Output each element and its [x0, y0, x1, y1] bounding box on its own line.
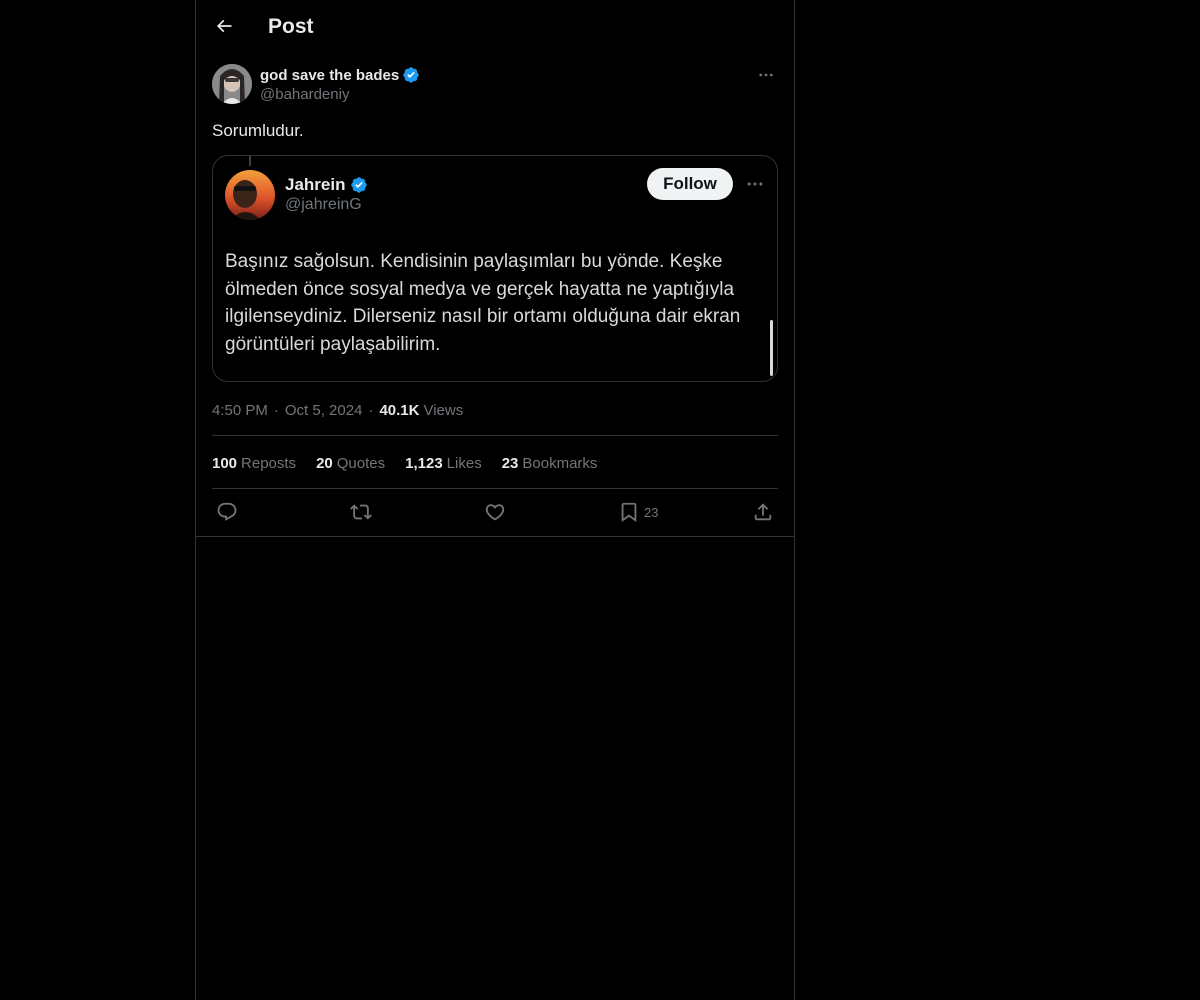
author-name-row[interactable]: god save the bades [260, 64, 420, 86]
embedded-follow-button: Follow [647, 168, 733, 200]
embedded-more-icon [743, 172, 767, 196]
more-horizontal-icon [759, 73, 773, 77]
embedded-author-avatar [225, 170, 275, 220]
author-handle[interactable]: @bahardeniy [260, 86, 349, 103]
reposts-label: Reposts [241, 454, 297, 472]
more-options-button[interactable] [754, 64, 778, 86]
thread-line [249, 156, 251, 166]
share-icon [754, 503, 772, 521]
repost-button[interactable] [350, 500, 372, 524]
verified-badge-icon [402, 66, 420, 84]
embedded-author-name-row: Jahrein [285, 173, 368, 197]
likes-count: 1,123 [405, 454, 443, 472]
author-avatar[interactable] [212, 64, 252, 104]
likes-label: Likes [446, 454, 482, 472]
embedded-author-handle: @jahreinG [285, 196, 362, 213]
embedded-post-text: Başınız sağolsun. Kendisinin paylaşımlar… [225, 251, 741, 355]
post-image[interactable]: Jahrein @jahreinG Follow Başınız sağolsu… [212, 155, 778, 382]
repost-icon [350, 504, 372, 520]
meta-separator: · [273, 401, 279, 419]
heart-icon [485, 504, 505, 521]
embedded-author-name: Jahrein [285, 175, 346, 194]
views-count: 40.1K [379, 401, 420, 419]
page-header: Post [196, 0, 794, 54]
back-button[interactable] [208, 10, 240, 42]
views-label: Views [423, 401, 464, 419]
meta-separator: · [368, 401, 374, 419]
bookmarks-stat[interactable]: 23 Bookmarks [502, 455, 598, 472]
bookmarks-count: 23 [501, 454, 519, 472]
author-display-name[interactable]: god save the bades [260, 67, 399, 84]
avatar-image [212, 64, 252, 104]
quotes-count: 20 [316, 454, 333, 472]
divider [212, 435, 778, 436]
post-stats: 100 Reposts 20 Quotes 1,123 Likes 23 Boo… [212, 453, 617, 473]
reposts-stat[interactable]: 100 Reposts [212, 455, 296, 472]
share-button[interactable] [752, 500, 774, 524]
bookmarks-label: Bookmarks [522, 454, 598, 472]
post-date[interactable]: Oct 5, 2024 [285, 402, 363, 419]
embedded-verified-badge-icon [350, 176, 368, 194]
bookmark-button[interactable]: 23 [618, 500, 658, 524]
post-time[interactable]: 4:50 PM [212, 402, 268, 419]
like-button[interactable] [484, 500, 506, 524]
post-text: Sorumludur. [212, 121, 304, 140]
reposts-count: 100 [212, 454, 238, 472]
quotes-stat[interactable]: 20 Quotes [316, 455, 385, 472]
post-bottom-border [196, 536, 794, 537]
bookmark-count: 23 [644, 504, 659, 520]
post-meta: 4:50 PM · Oct 5, 2024 · 40.1K Views [212, 400, 463, 420]
quotes-label: Quotes [336, 454, 386, 472]
reply-button[interactable] [216, 500, 238, 524]
page-title: Post [268, 15, 314, 38]
embedded-scrollbar [770, 320, 773, 376]
likes-stat[interactable]: 1,123 Likes [405, 455, 482, 472]
reply-icon [217, 502, 237, 521]
bookmark-icon [621, 502, 637, 523]
divider [212, 488, 778, 489]
arrow-left-icon [216, 19, 232, 33]
main-column: Post god save the bades @bahardeniy Soru… [195, 0, 795, 1000]
